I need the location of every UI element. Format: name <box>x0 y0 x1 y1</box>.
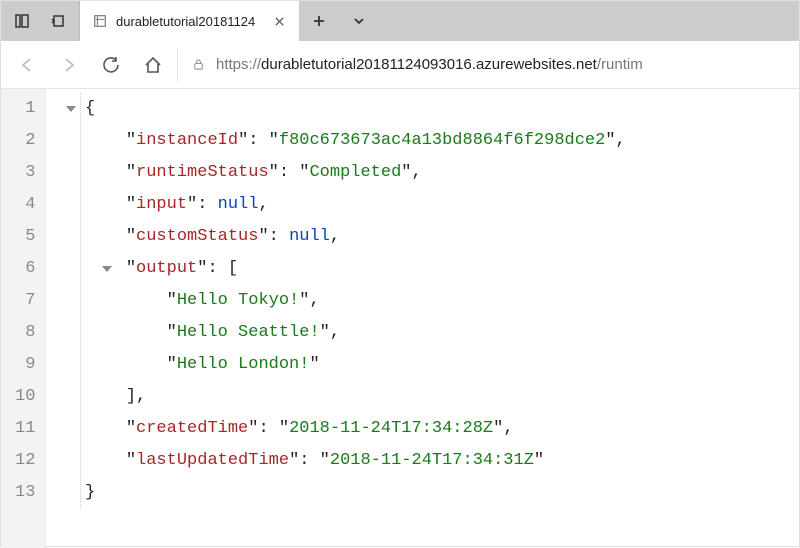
code-line: "Hello Seattle!", <box>54 317 799 349</box>
browser-titlebar: durabletutorial20181124 <box>1 1 799 41</box>
line-number: 12 <box>15 445 35 477</box>
code-line: "instanceId": "f80c673673ac4a13bd8864f6f… <box>54 125 799 157</box>
tab-overflow-button[interactable] <box>339 1 379 41</box>
code-line: "input": null, <box>54 189 799 221</box>
code-line: } <box>54 477 799 509</box>
forward-button[interactable] <box>51 47 87 83</box>
lock-icon <box>190 57 206 73</box>
tab-close-button[interactable] <box>271 13 287 29</box>
set-aside-icon[interactable] <box>43 6 73 36</box>
line-number: 8 <box>15 317 35 349</box>
line-number: 13 <box>15 477 35 509</box>
browser-toolbar: https://durabletutorial20181124093016.az… <box>1 41 799 89</box>
tab-actions <box>299 1 379 41</box>
code-line: "output": [ <box>54 253 799 285</box>
back-button[interactable] <box>9 47 45 83</box>
address-bar[interactable]: https://durabletutorial20181124093016.az… <box>177 48 791 82</box>
json-viewer: 1 2 3 4 5 6 7 8 9 10 11 12 13 { "instanc… <box>1 89 799 548</box>
code-line: "lastUpdatedTime": "2018-11-24T17:34:31Z… <box>54 445 799 477</box>
code-line: "createdTime": "2018-11-24T17:34:28Z", <box>54 413 799 445</box>
line-number: 6 <box>15 253 35 285</box>
titlebar-controls <box>1 1 79 41</box>
new-tab-button[interactable] <box>299 1 339 41</box>
line-gutter: 1 2 3 4 5 6 7 8 9 10 11 12 13 <box>1 89 46 548</box>
code-area[interactable]: { "instanceId": "f80c673673ac4a13bd8864f… <box>46 89 799 548</box>
code-line: "runtimeStatus": "Completed", <box>54 157 799 189</box>
line-number: 7 <box>15 285 35 317</box>
url-path: /runtim <box>597 56 643 73</box>
line-number: 5 <box>15 221 35 253</box>
home-button[interactable] <box>135 47 171 83</box>
url-scheme: https:// <box>216 56 261 73</box>
code-line: "Hello London!" <box>54 349 799 381</box>
fold-caret-icon[interactable] <box>66 106 76 112</box>
fold-caret-icon[interactable] <box>102 266 112 272</box>
refresh-button[interactable] <box>93 47 129 83</box>
code-line: "customStatus": null, <box>54 221 799 253</box>
line-number: 11 <box>15 413 35 445</box>
code-line: { <box>54 93 799 125</box>
line-number: 1 <box>15 93 35 125</box>
line-number: 2 <box>15 125 35 157</box>
tab-title: durabletutorial20181124 <box>116 14 263 29</box>
page-favicon <box>92 13 108 29</box>
tabs-aside-icon[interactable] <box>7 6 37 36</box>
url-text: https://durabletutorial20181124093016.az… <box>216 56 643 73</box>
url-host: durabletutorial20181124093016.azurewebsi… <box>261 56 597 73</box>
browser-tab[interactable]: durabletutorial20181124 <box>79 1 299 41</box>
code-line: ], <box>54 381 799 413</box>
line-number: 3 <box>15 157 35 189</box>
code-line: "Hello Tokyo!", <box>54 285 799 317</box>
line-number: 4 <box>15 189 35 221</box>
line-number: 9 <box>15 349 35 381</box>
line-number: 10 <box>15 381 35 413</box>
